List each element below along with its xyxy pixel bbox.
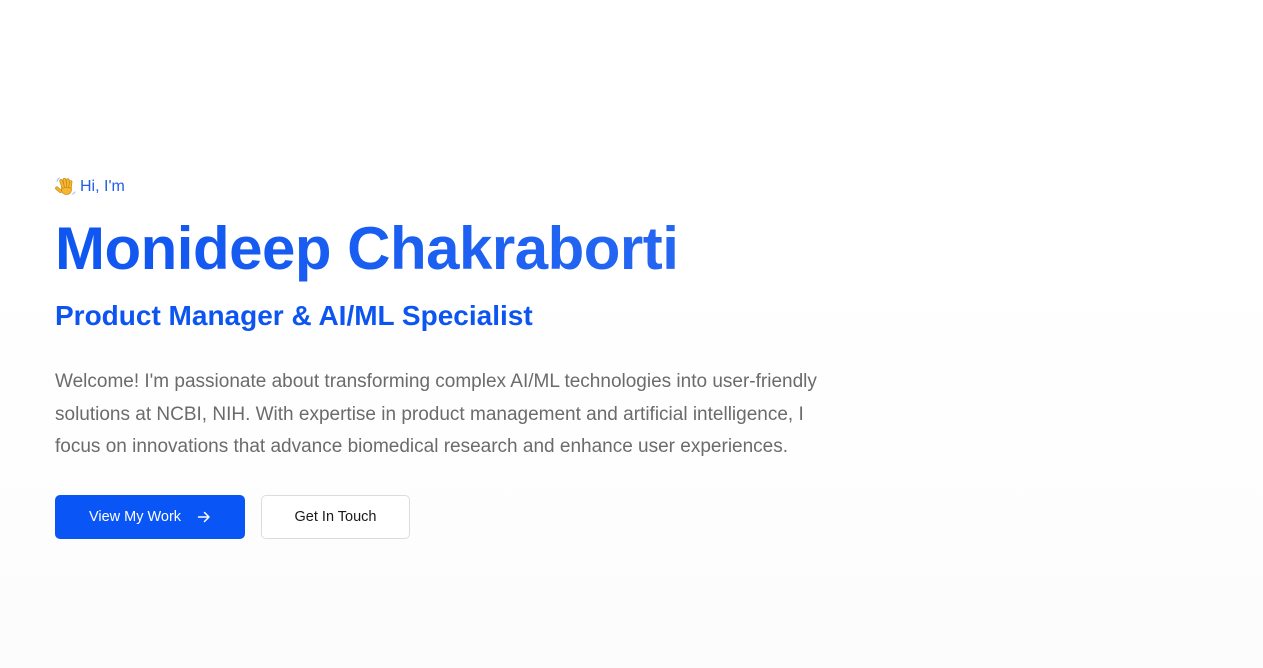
arrow-right-icon xyxy=(197,510,211,524)
greeting-text: Hi, I'm xyxy=(80,178,125,195)
intro-paragraph: Welcome! I'm passionate about transformi… xyxy=(55,371,817,457)
get-in-touch-button[interactable]: Get In Touch xyxy=(261,494,410,539)
greeting: Hi, I'm xyxy=(55,175,855,199)
get-in-touch-label: Get In Touch xyxy=(294,508,377,525)
page-title: Monideep Chakraborti xyxy=(55,213,855,285)
hero-actions: View My Work Get In Touch xyxy=(55,494,855,539)
hero-subtitle: Product Manager & AI/ML Specialist xyxy=(55,300,533,331)
hero-section: Hi, I'm Monideep Chakraborti Product Man… xyxy=(55,175,855,539)
waving-hand-icon xyxy=(55,176,77,198)
view-my-work-button[interactable]: View My Work xyxy=(55,494,245,539)
view-my-work-label: View My Work xyxy=(88,508,182,525)
